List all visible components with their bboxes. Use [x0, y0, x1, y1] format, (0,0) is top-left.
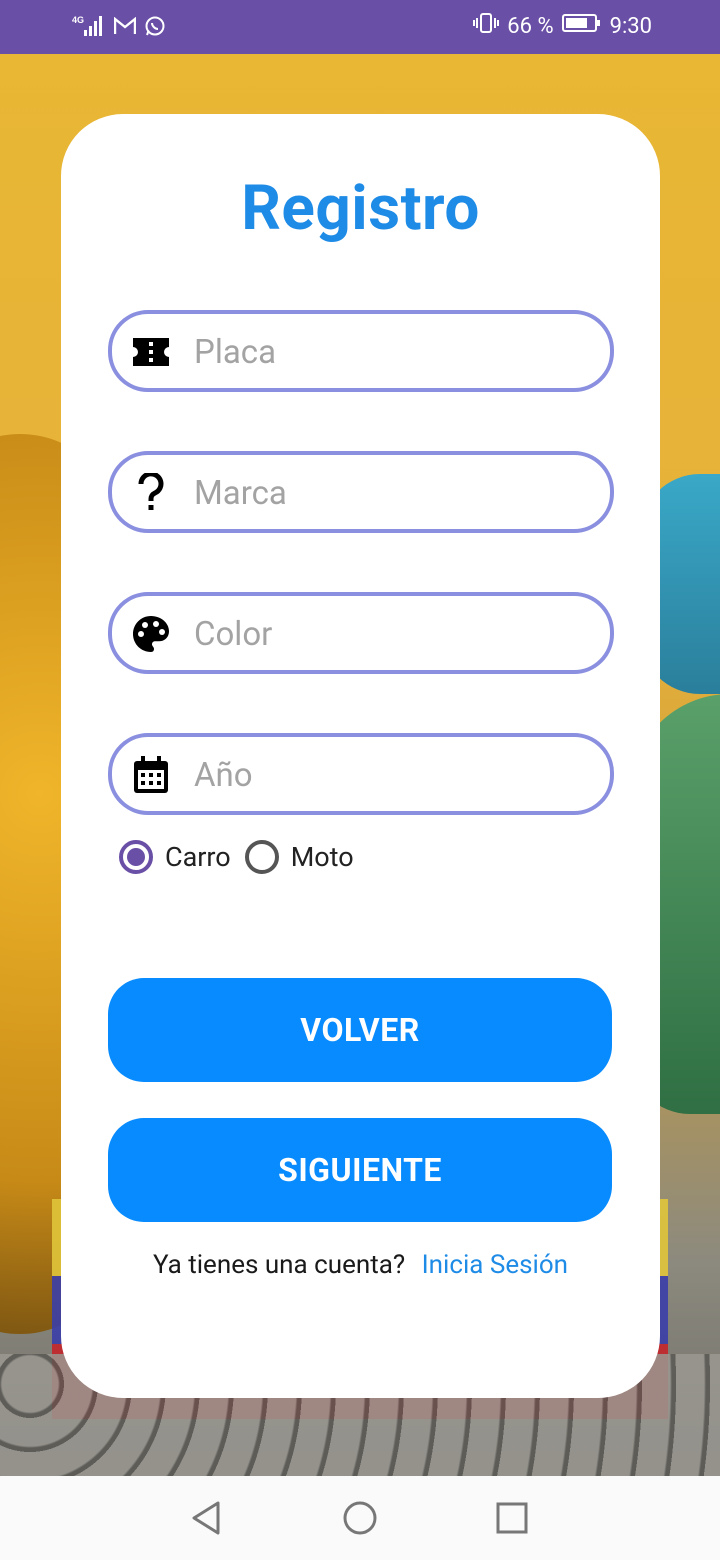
placa-field[interactable] — [108, 310, 614, 392]
vehicle-type-group: Carro Moto — [119, 840, 368, 874]
battery-icon — [561, 12, 602, 40]
network-label: 4G — [72, 15, 84, 25]
radio-carro[interactable]: Carro — [119, 840, 231, 874]
navigation-bar — [0, 1476, 720, 1560]
marca-input[interactable] — [192, 465, 596, 521]
page-title: Registro — [241, 172, 480, 245]
ticket-icon — [130, 331, 172, 373]
whatsapp-icon — [144, 15, 166, 41]
question-icon — [130, 472, 172, 514]
login-prompt: Ya tienes una cuenta? Inicia Sesión — [61, 1250, 660, 1280]
color-field[interactable] — [108, 592, 614, 674]
anio-input[interactable] — [192, 747, 596, 803]
login-question: Ya tienes una cuenta? — [152, 1250, 406, 1280]
next-button[interactable]: SIGUIENTE — [108, 1118, 612, 1222]
clock: 9:30 — [609, 13, 652, 39]
anio-field[interactable] — [108, 733, 614, 815]
palette-icon — [130, 613, 172, 655]
radio-carro-label[interactable]: Carro — [165, 841, 231, 873]
status-left: 4G — [72, 14, 166, 42]
recents-icon[interactable] — [494, 1500, 530, 1536]
battery-percent: 66 % — [507, 13, 554, 39]
color-input[interactable] — [192, 606, 596, 662]
calendar-icon — [130, 754, 172, 796]
gmail-icon — [113, 16, 137, 39]
register-card: Registro Placa Marca Color Año Carro Mot… — [61, 114, 660, 1398]
status-bar: 4G 66 % 9:30 — [0, 0, 720, 54]
radio-moto-label[interactable]: Moto — [291, 841, 354, 873]
placa-input[interactable] — [192, 324, 596, 380]
radio-moto[interactable]: Moto — [244, 840, 354, 874]
vibrate-icon — [473, 12, 500, 40]
status-right: 66 % 9:30 — [473, 12, 652, 40]
login-link[interactable]: Inicia Sesión — [422, 1250, 568, 1280]
marca-field[interactable] — [108, 451, 614, 533]
signal-icon: 4G — [72, 14, 106, 42]
radio-carro-circle[interactable] — [119, 840, 153, 874]
back-button[interactable]: VOLVER — [108, 978, 612, 1082]
radio-moto-circle[interactable] — [244, 840, 279, 874]
back-icon[interactable] — [188, 1500, 224, 1536]
home-icon[interactable] — [342, 1500, 378, 1536]
